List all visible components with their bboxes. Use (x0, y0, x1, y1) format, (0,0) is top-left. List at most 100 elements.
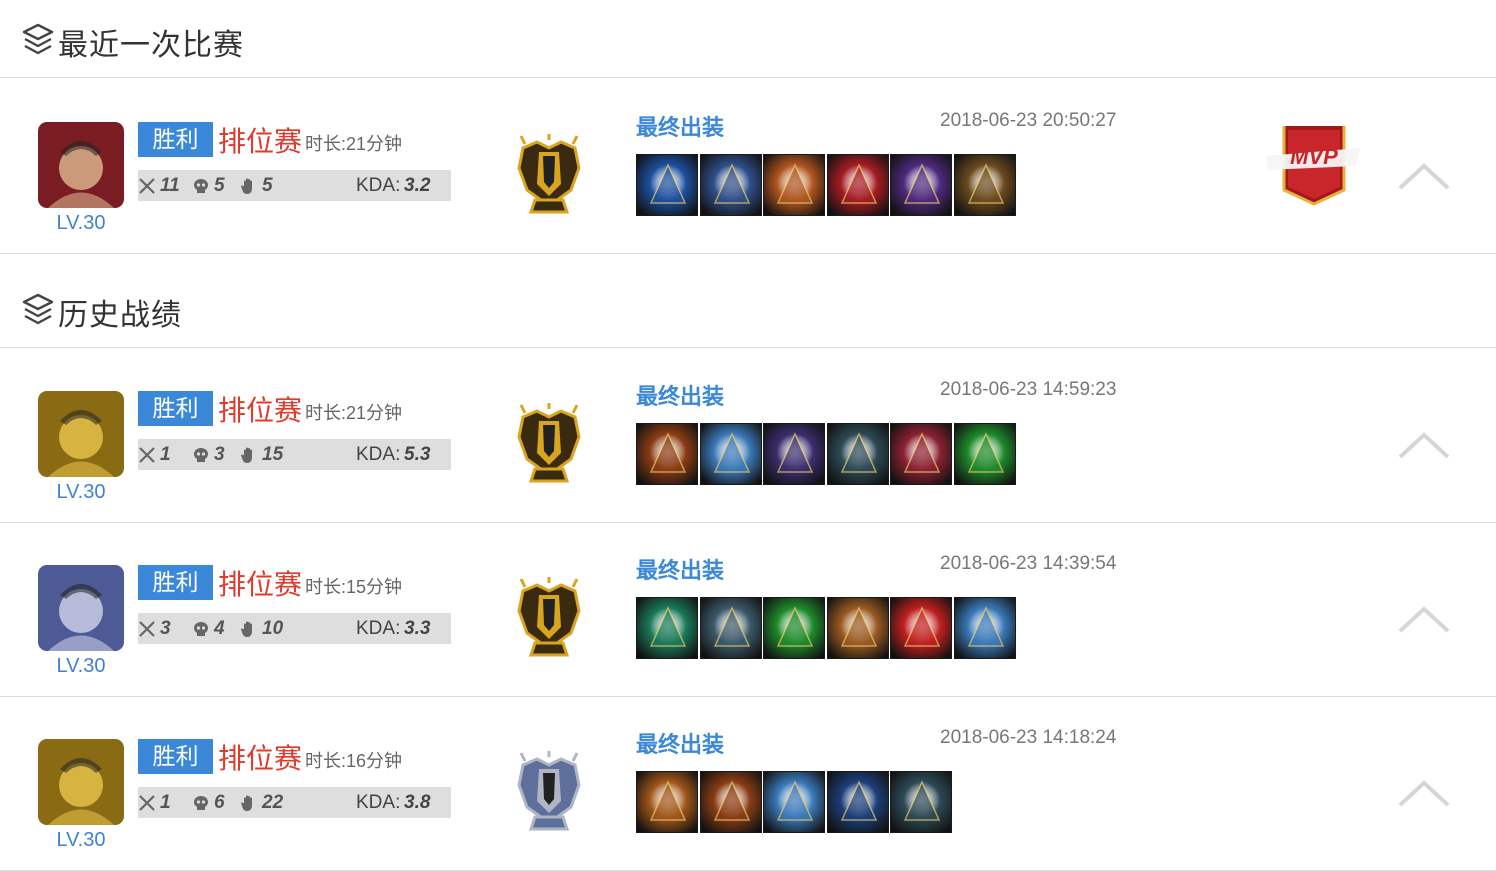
section-header-latest: 最近一次比赛 (0, 0, 1496, 78)
hero-portrait-icon (38, 122, 124, 208)
equipment-item-icon[interactable] (699, 154, 762, 216)
match-duration: 时长:21分钟 (305, 403, 403, 423)
deaths-stat: 6 (192, 787, 238, 818)
equipment-item-icon[interactable] (826, 423, 889, 485)
equipment-item-icon[interactable] (953, 597, 1016, 659)
match-duration: 时长:16分钟 (305, 751, 403, 771)
hero-portrait-icon (38, 739, 124, 825)
kills-stat: 11 (138, 170, 188, 201)
equipment-item-icon[interactable] (890, 771, 952, 833)
hand-icon (241, 621, 252, 637)
match-row[interactable]: LV.30 胜利 排位赛 时长:16分钟 1 6 22 KDA: 3.8 最终出… (0, 697, 1496, 871)
gold-shield-badge-icon (517, 577, 581, 657)
kills-stat: 1 (138, 787, 188, 818)
result-badge: 胜利 (138, 565, 213, 600)
result-badge: 胜利 (138, 739, 213, 774)
player-level: LV.30 (56, 481, 106, 503)
equipment-item-icon[interactable] (763, 597, 825, 659)
crossed-swords-icon (139, 621, 155, 637)
equipment-item-icon[interactable] (890, 597, 952, 659)
skull-icon (194, 179, 208, 193)
chevron-up-icon[interactable] (1398, 779, 1450, 809)
hand-icon (241, 795, 252, 811)
kills-value: 1 (160, 444, 171, 465)
gold-shield-badge-icon (517, 134, 581, 214)
deaths-value: 3 (214, 444, 225, 465)
equipment-item-icon[interactable] (636, 423, 698, 485)
game-mode: 排位赛 (218, 395, 303, 426)
hand-icon (241, 447, 252, 463)
equipment-item-icon[interactable] (826, 597, 889, 659)
match-row[interactable]: LV.30 胜利 排位赛 时长:21分钟 1 3 15 KDA: 5.3 最终出… (0, 349, 1496, 523)
hero-avatar[interactable] (38, 391, 124, 477)
equipment-item-icon[interactable] (953, 423, 1016, 485)
kda-value: 5.3 (404, 444, 431, 465)
equipment-item-icon[interactable] (826, 771, 889, 833)
assists-stat: 10 (240, 613, 300, 644)
deaths-value: 5 (214, 175, 225, 196)
kills-value: 11 (160, 175, 180, 196)
stats-bar: 11 5 5 KDA: 3.2 (138, 170, 451, 201)
hero-avatar[interactable] (38, 565, 124, 651)
equipment-item-icon[interactable] (636, 771, 698, 833)
equipment-item-icon[interactable] (890, 423, 952, 485)
match-row[interactable]: LV.30 胜利 排位赛 时长:21分钟 11 5 5 KDA: 3.2 最终出… (0, 80, 1496, 254)
equipment-item-icon[interactable] (636, 597, 698, 659)
equipment-item-icon[interactable] (699, 423, 762, 485)
player-level: LV.30 (56, 655, 106, 677)
equipment-item-icon[interactable] (890, 154, 952, 216)
hero-avatar[interactable] (38, 739, 124, 825)
game-mode: 排位赛 (218, 126, 303, 157)
build-title: 最终出装 (636, 384, 725, 409)
section-title: 最近一次比赛 (58, 29, 244, 62)
assists-value: 5 (262, 175, 273, 196)
build-title: 最终出装 (636, 732, 725, 757)
kills-value: 3 (160, 618, 171, 639)
assists-value: 10 (262, 618, 284, 639)
chevron-up-icon[interactable] (1398, 162, 1450, 192)
assists-stat: 15 (240, 439, 300, 470)
kda-value: 3.2 (404, 175, 431, 196)
equipment-item-icon[interactable] (826, 154, 889, 216)
equipment-item-icon[interactable] (763, 423, 825, 485)
result-badge: 胜利 (138, 122, 213, 157)
kda-label: KDA: (356, 444, 401, 465)
section-title: 历史战绩 (58, 299, 182, 332)
mvp-badge-icon: MVP (1266, 126, 1360, 206)
equipment-item-icon[interactable] (699, 597, 762, 659)
crossed-swords-icon (139, 447, 155, 463)
match-time: 2018-06-23 14:18:24 (940, 727, 1117, 748)
kills-stat: 1 (138, 439, 188, 470)
chevron-up-icon[interactable] (1398, 431, 1450, 461)
match-duration: 时长:21分钟 (305, 134, 403, 154)
match-time: 2018-06-23 20:50:27 (940, 110, 1117, 131)
hero-portrait-icon (38, 565, 124, 651)
equipment-item-icon[interactable] (699, 771, 762, 833)
match-time: 2018-06-23 14:39:54 (940, 553, 1117, 574)
equipment-item-icon[interactable] (763, 154, 825, 216)
build-title: 最终出装 (636, 558, 725, 583)
match-row[interactable]: LV.30 胜利 排位赛 时长:15分钟 3 4 10 KDA: 3.3 最终出… (0, 523, 1496, 697)
equipment-item-icon[interactable] (636, 154, 698, 216)
chevron-up-icon[interactable] (1398, 605, 1450, 635)
hero-portrait-icon (38, 391, 124, 477)
result-badge: 胜利 (138, 391, 213, 426)
kills-stat: 3 (138, 613, 188, 644)
equipment-item-icon[interactable] (953, 154, 1016, 216)
deaths-stat: 3 (192, 439, 238, 470)
mvp-label: MVP (1290, 144, 1338, 169)
match-time: 2018-06-23 14:59:23 (940, 379, 1117, 400)
equipment-item-icon[interactable] (763, 771, 825, 833)
player-level: LV.30 (56, 212, 106, 234)
stats-bar: 1 6 22 KDA: 3.8 (138, 787, 451, 818)
kda-label: KDA: (356, 618, 401, 639)
stats-bar: 1 3 15 KDA: 5.3 (138, 439, 451, 470)
hero-avatar[interactable] (38, 122, 124, 208)
assists-stat: 22 (240, 787, 300, 818)
crossed-swords-icon (139, 795, 155, 811)
game-mode: 排位赛 (218, 743, 303, 774)
silver-shield-badge-icon (517, 751, 581, 831)
kda-value: 3.8 (404, 792, 431, 813)
assists-stat: 5 (240, 170, 300, 201)
kills-value: 1 (160, 792, 171, 813)
